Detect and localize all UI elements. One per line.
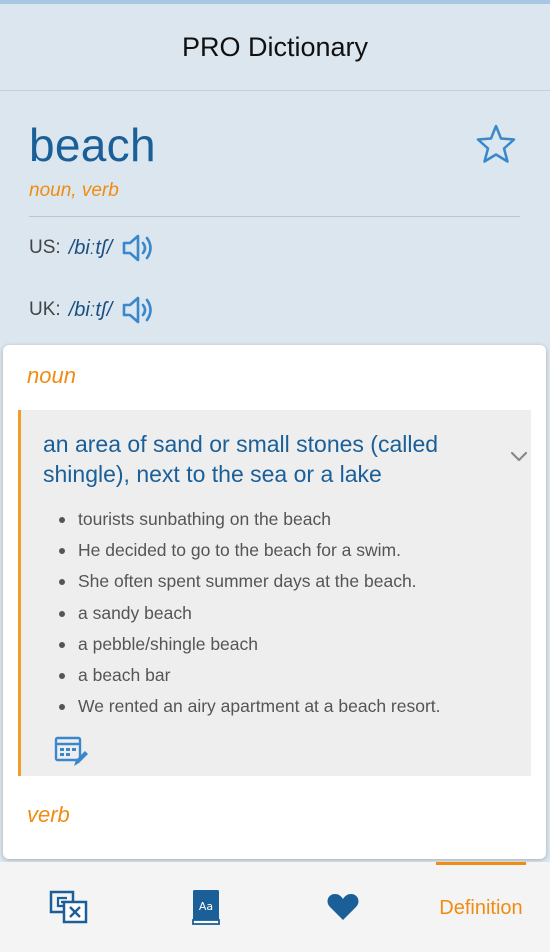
chevron-down-icon[interactable]: [509, 450, 529, 464]
app-bar: PRO Dictionary: [0, 4, 550, 91]
pronunciation-us: US: /biːtʃ/: [29, 230, 156, 266]
nav-definition-label: Definition: [439, 896, 523, 919]
example-item: We rented an airy apartment at a beach r…: [56, 691, 441, 722]
bottom-nav: Aa Definition: [0, 862, 550, 952]
translate-icon: [49, 890, 87, 924]
parts-of-speech: noun, verb: [29, 180, 119, 201]
example-item: a pebble/shingle beach: [56, 629, 441, 660]
example-item: tourists sunbathing on the beach: [56, 504, 441, 535]
speaker-icon[interactable]: [122, 232, 156, 264]
nav-translate[interactable]: [0, 862, 137, 952]
favorite-star-icon[interactable]: [474, 122, 518, 166]
headword: beach: [29, 119, 156, 171]
definition-text: an area of sand or small stones (called …: [43, 431, 439, 487]
app-title: PRO Dictionary: [181, 31, 369, 62]
word-header: beach noun, verb US: /biːtʃ/ UK: /biːtʃ/: [0, 92, 550, 342]
verb-heading: verb: [27, 802, 70, 827]
region-label: UK:: [29, 299, 61, 320]
ipa-text: /biːtʃ/: [68, 298, 113, 321]
edit-notes-icon[interactable]: [54, 735, 88, 769]
nav-favorites[interactable]: [274, 862, 412, 952]
examples-list: tourists sunbathing on the beach He deci…: [56, 504, 441, 722]
heart-icon: [327, 894, 359, 920]
speaker-icon[interactable]: [122, 294, 156, 326]
sense-block[interactable]: an area of sand or small stones (called …: [18, 410, 531, 776]
svg-text:Aa: Aa: [198, 900, 212, 913]
dictionary-book-icon: Aa: [191, 890, 220, 925]
example-item: He decided to go to the beach for a swim…: [56, 535, 441, 566]
nav-dictionary[interactable]: Aa: [137, 862, 274, 952]
ipa-text: /biːtʃ/: [68, 236, 113, 259]
example-item: She often spent summer days at the beach…: [56, 566, 441, 597]
noun-heading: noun: [27, 363, 76, 388]
active-tab-indicator: [436, 862, 526, 865]
senses-card: noun an area of sand or small stones (ca…: [3, 345, 546, 859]
header-divider: [29, 216, 520, 217]
pronunciation-uk: UK: /biːtʃ/: [29, 292, 156, 328]
region-label: US:: [29, 237, 61, 258]
nav-definition[interactable]: Definition: [412, 862, 550, 952]
example-item: a beach bar: [56, 660, 441, 691]
example-item: a sandy beach: [56, 598, 441, 629]
